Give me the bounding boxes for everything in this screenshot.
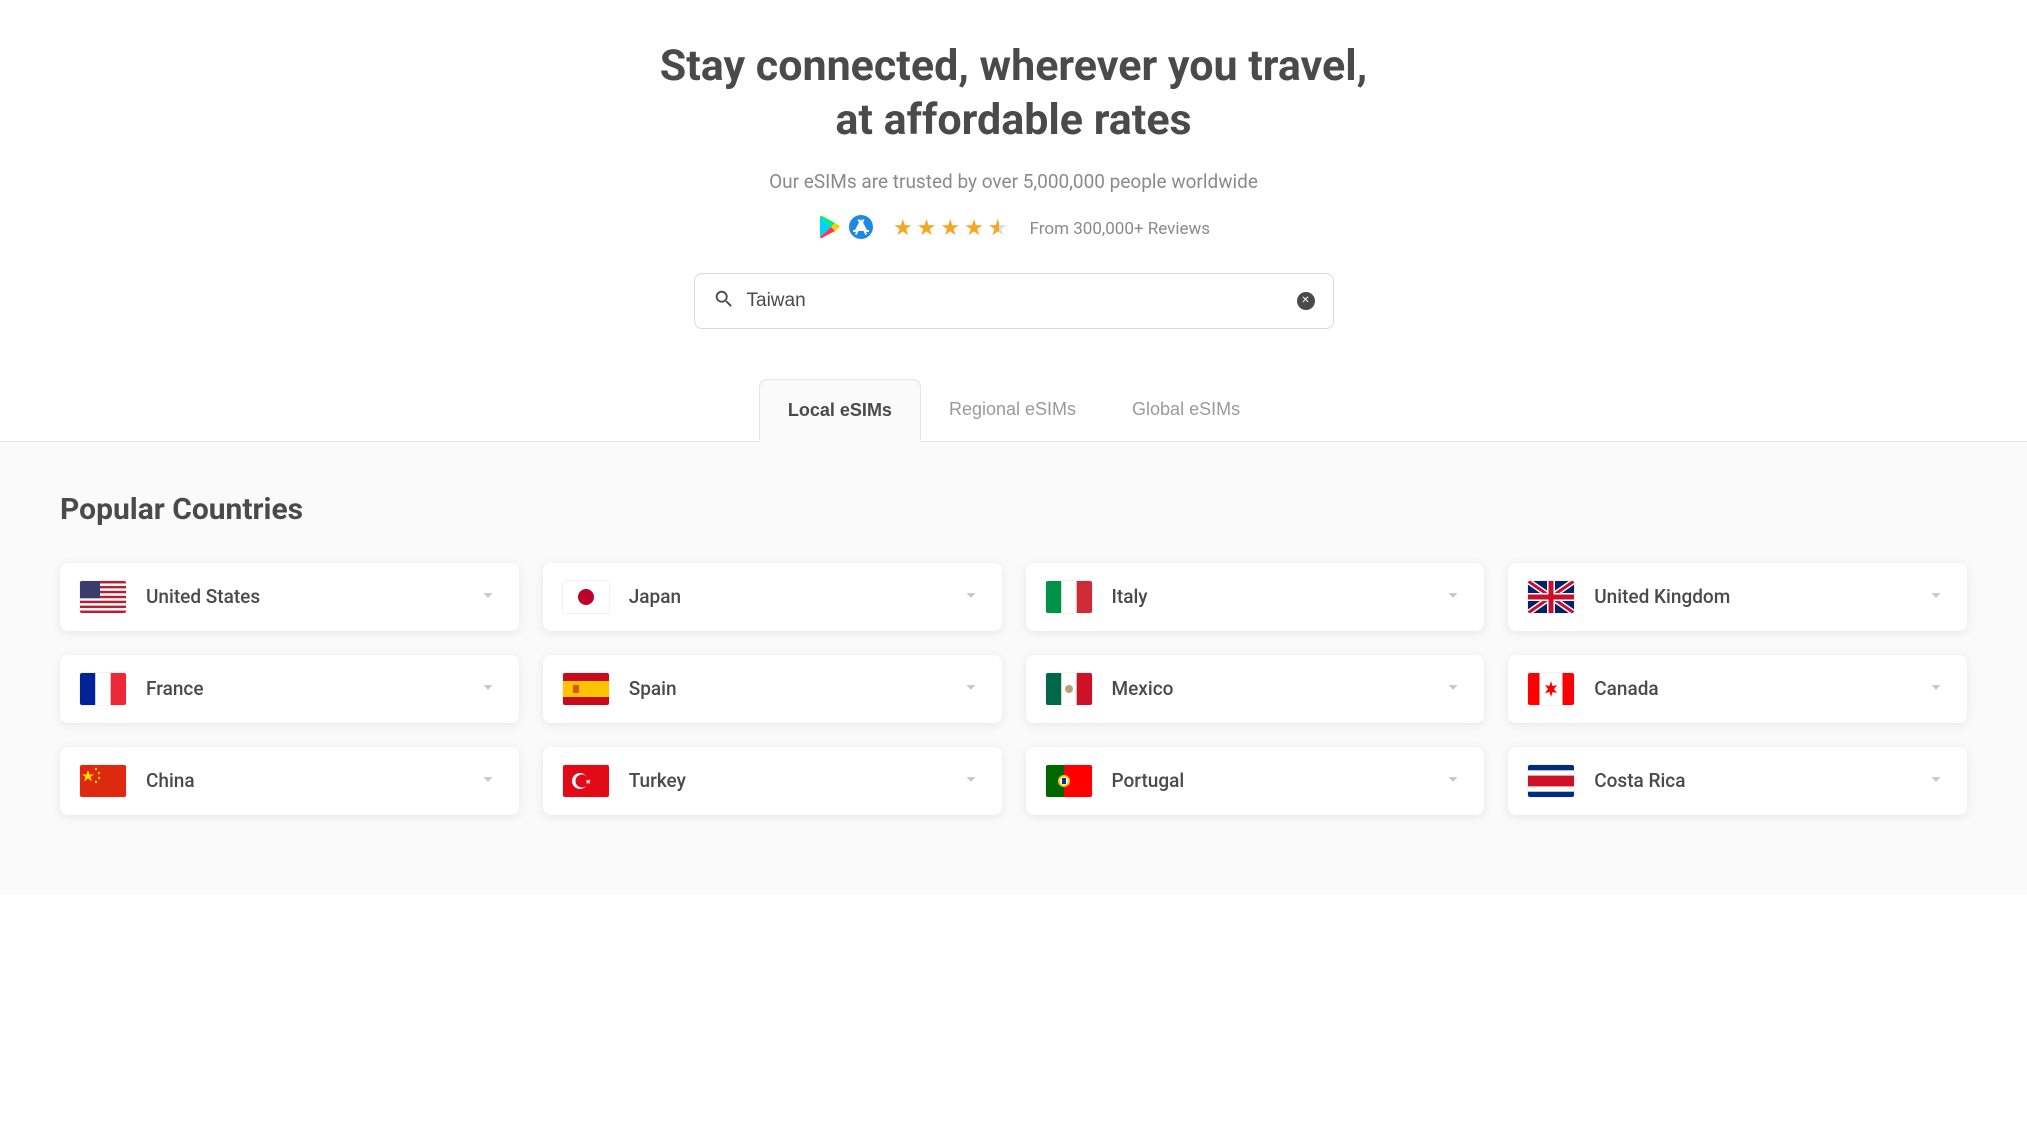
country-card-pt[interactable]: Portugal xyxy=(1026,747,1485,815)
chevron-down-icon xyxy=(960,584,982,610)
tab-global-esims[interactable]: Global eSIMs xyxy=(1104,379,1268,441)
page-subtitle: Our eSIMs are trusted by over 5,000,000 … xyxy=(20,170,2007,193)
clear-search-button[interactable]: ✕ xyxy=(1297,292,1315,310)
chevron-down-icon xyxy=(1925,584,1947,610)
tab-local-esims[interactable]: Local eSIMs xyxy=(759,379,921,442)
google-play-icon[interactable] xyxy=(817,215,841,243)
flag-cn-icon xyxy=(80,765,126,797)
flag-mx-icon xyxy=(1046,673,1092,705)
country-name: Canada xyxy=(1594,677,1658,700)
chevron-down-icon xyxy=(1925,676,1947,702)
search-box[interactable]: ✕ xyxy=(694,273,1334,329)
country-card-cn[interactable]: China xyxy=(60,747,519,815)
reviews-count: From 300,000+ Reviews xyxy=(1030,219,1210,239)
flag-gb-icon xyxy=(1528,581,1574,613)
country-card-ca[interactable]: Canada xyxy=(1508,655,1967,723)
country-name: Turkey xyxy=(629,769,686,792)
flag-tr-icon xyxy=(563,765,609,797)
country-name: Portugal xyxy=(1112,769,1185,792)
flag-us-icon xyxy=(80,581,126,613)
country-card-mx[interactable]: Mexico xyxy=(1026,655,1485,723)
country-card-us[interactable]: United States xyxy=(60,563,519,631)
rating-stars: ★★★★ ★★ xyxy=(893,216,1010,241)
country-card-jp[interactable]: Japan xyxy=(543,563,1002,631)
chevron-down-icon xyxy=(477,676,499,702)
country-card-it[interactable]: Italy xyxy=(1026,563,1485,631)
country-card-es[interactable]: Spain xyxy=(543,655,1002,723)
chevron-down-icon xyxy=(477,768,499,794)
flag-fr-icon xyxy=(80,673,126,705)
flag-jp-icon xyxy=(563,581,609,613)
country-card-gb[interactable]: United Kingdom xyxy=(1508,563,1967,631)
chevron-down-icon xyxy=(1442,676,1464,702)
chevron-down-icon xyxy=(1442,584,1464,610)
chevron-down-icon xyxy=(1925,768,1947,794)
chevron-down-icon xyxy=(477,584,499,610)
app-store-icon[interactable] xyxy=(849,215,873,243)
search-icon xyxy=(713,288,735,314)
tab-regional-esims[interactable]: Regional eSIMs xyxy=(921,379,1104,441)
country-name: Costa Rica xyxy=(1594,769,1685,792)
country-name: Japan xyxy=(629,585,681,608)
country-name: Spain xyxy=(629,677,677,700)
chevron-down-icon xyxy=(1442,768,1464,794)
chevron-down-icon xyxy=(960,676,982,702)
country-name: Italy xyxy=(1112,585,1148,608)
chevron-down-icon xyxy=(960,768,982,794)
country-name: Mexico xyxy=(1112,677,1174,700)
flag-cr-icon xyxy=(1528,765,1574,797)
flag-ca-icon xyxy=(1528,673,1574,705)
flag-es-icon xyxy=(563,673,609,705)
reviews-row: ★★★★ ★★ From 300,000+ Reviews xyxy=(20,215,2007,243)
flag-pt-icon xyxy=(1046,765,1092,797)
flag-it-icon xyxy=(1046,581,1092,613)
country-name: France xyxy=(146,677,204,700)
esim-tabs: Local eSIMsRegional eSIMsGlobal eSIMs xyxy=(0,379,2027,441)
section-heading: Popular Countries xyxy=(60,492,1967,527)
country-card-fr[interactable]: France xyxy=(60,655,519,723)
page-title: Stay connected, wherever you travel, at … xyxy=(20,40,2007,148)
country-name: United Kingdom xyxy=(1594,585,1730,608)
search-input[interactable] xyxy=(735,290,1297,312)
country-card-tr[interactable]: Turkey xyxy=(543,747,1002,815)
country-name: United States xyxy=(146,585,260,608)
country-name: China xyxy=(146,769,195,792)
country-card-cr[interactable]: Costa Rica xyxy=(1508,747,1967,815)
